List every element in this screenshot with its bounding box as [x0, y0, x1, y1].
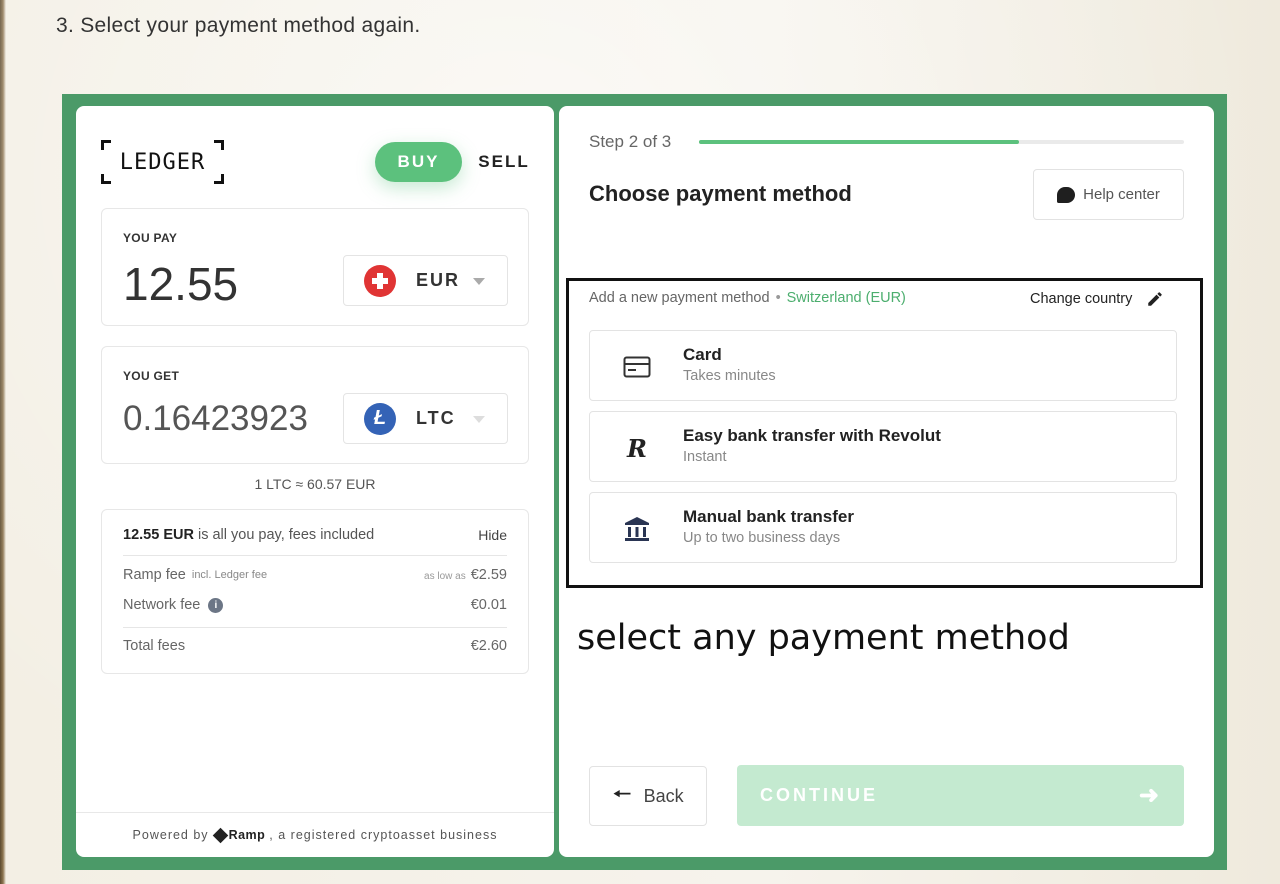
step-indicator: Step 2 of 3 [589, 132, 672, 151]
fees-summary: 12.55 EUR is all you pay, fees included [123, 527, 374, 543]
step-progress-fill [699, 140, 1020, 144]
ramp-diamond-icon [212, 827, 228, 843]
chevron-down-icon [473, 416, 485, 423]
powered-by-label: Powered by [132, 828, 209, 842]
switzerland-flag-icon [364, 264, 396, 297]
bank-icon [622, 515, 652, 543]
separator-dot: • [775, 290, 781, 306]
method-subtitle: Instant [683, 449, 727, 465]
method-title: Manual bank transfer [683, 507, 854, 526]
you-pay-label: YOU PAY [123, 231, 178, 245]
total-fees-value: €2.60 [470, 638, 507, 654]
page-title: Choose payment method [589, 181, 852, 206]
ramp-logo-text: Ramp [228, 828, 266, 842]
method-title: Easy bank transfer with Revolut [683, 426, 941, 445]
ramp-fee-label: Ramp fee [123, 567, 186, 583]
fees-box: 12.55 EUR is all you pay, fees included … [101, 509, 529, 674]
help-center-label: Help center [1083, 186, 1160, 203]
payment-method-revolut[interactable]: R Easy bank transfer with Revolut Instan… [589, 411, 1177, 482]
arrow-right-icon: ➜ [1138, 782, 1162, 809]
credit-card-icon [622, 353, 652, 381]
help-center-button[interactable]: Help center [1033, 169, 1184, 220]
litecoin-icon: Ł [364, 402, 396, 435]
ramp-fee-value: €2.59 [470, 567, 507, 583]
network-fee-row: Network fee i €0.01 [123, 597, 507, 613]
network-fee-label: Network fee [123, 597, 201, 613]
payment-method-manual-bank[interactable]: Manual bank transfer Up to two business … [589, 492, 1177, 563]
change-country-link[interactable]: Change country [1030, 290, 1164, 308]
add-method-label: Add a new payment method [589, 290, 770, 306]
get-currency-code: LTC [416, 408, 456, 428]
get-amount-value[interactable]: 0.16423923 [123, 399, 308, 439]
powered-by-footer: Powered by Ramp , a registered cryptoass… [76, 812, 554, 857]
continue-label: CONTINUE [760, 785, 878, 805]
ramp-fee-note: incl. Ledger fee [191, 569, 268, 581]
method-subtitle: Up to two business days [683, 530, 841, 546]
you-get-label: YOU GET [123, 369, 180, 383]
back-label: Back [643, 785, 684, 806]
arrow-left-icon: 🠔 [612, 781, 632, 806]
info-icon[interactable]: i [208, 597, 224, 613]
powered-by-suffix: , a registered cryptoasset business [269, 828, 498, 842]
chat-bubble-icon [1057, 186, 1076, 203]
continue-button[interactable]: CONTINUE ➜ [737, 765, 1184, 826]
back-button[interactable]: 🠔 Back [589, 766, 707, 826]
ledger-logo: LEDGER [101, 140, 224, 184]
pay-amount-input[interactable]: 12.55 [123, 257, 238, 311]
change-country-label: Change country [1030, 291, 1133, 307]
ramp-fee-row: Ramp fee incl. Ledger fee as low as €2.59 [123, 567, 507, 583]
selected-country: Switzerland (EUR) [786, 290, 906, 306]
step-progress-bar [699, 140, 1184, 144]
fees-divider [123, 627, 507, 628]
chevron-down-icon [473, 278, 485, 285]
add-payment-method-header: Add a new payment method • Switzerland (EU… [589, 290, 906, 306]
annotation-caption: select any payment method [577, 618, 1070, 658]
pencil-icon [1148, 292, 1163, 306]
revolut-glyph: R [627, 433, 647, 463]
fees-summary-amount: 12.55 EUR [123, 527, 194, 543]
sell-toggle-button[interactable]: SELL [474, 142, 534, 182]
method-subtitle: Takes minutes [683, 368, 776, 384]
pay-currency-code: EUR [416, 270, 461, 290]
hide-fees-link[interactable]: Hide [478, 527, 507, 543]
instruction-text: 3. Select your payment method again. [56, 14, 421, 37]
fees-summary-text: is all you pay, fees included [193, 527, 375, 543]
network-fee-value: €0.01 [470, 597, 507, 613]
total-fees-label: Total fees [123, 638, 186, 654]
get-currency-select[interactable]: Ł LTC [343, 393, 508, 444]
ledger-logo-text: LEDGER [119, 149, 206, 175]
exchange-rate: 1 LTC ≈ 60.57 EUR [254, 476, 376, 492]
pay-currency-select[interactable]: EUR [343, 255, 508, 306]
ramp-logo[interactable]: Ramp [212, 827, 266, 843]
you-pay-box: YOU PAY 12.55 EUR [101, 208, 529, 326]
buy-toggle-button[interactable]: BUY [375, 142, 462, 182]
total-fees-row: Total fees €2.60 [123, 638, 507, 654]
fees-divider [123, 555, 507, 556]
payment-method-card[interactable]: Card Takes minutes [589, 330, 1177, 401]
you-get-box: YOU GET 0.16423923 Ł LTC [101, 346, 529, 464]
revolut-icon: R [622, 433, 652, 463]
method-title: Card [683, 345, 722, 364]
ramp-fee-prefix: as low as [424, 571, 466, 582]
